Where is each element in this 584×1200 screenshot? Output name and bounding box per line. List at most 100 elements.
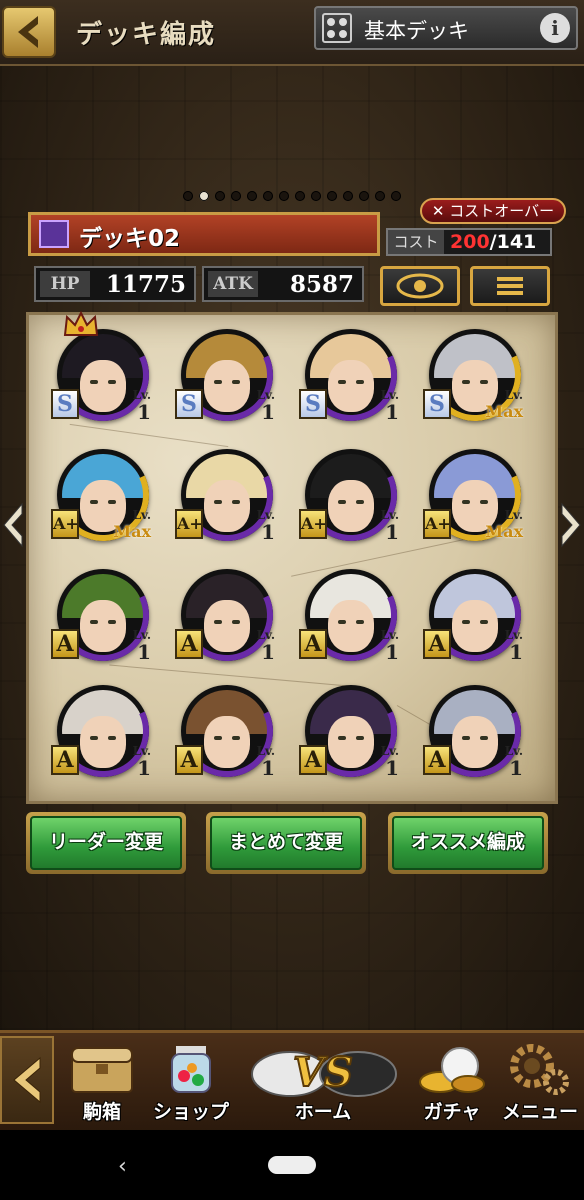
pager-dot[interactable] (391, 191, 401, 201)
nav-gacha[interactable]: ガチャ (410, 1036, 494, 1126)
unit-slot[interactable]: A Lv. 1 (416, 672, 534, 790)
unit-slot[interactable]: A Lv. 1 (416, 556, 534, 674)
pager-dot[interactable] (343, 191, 353, 201)
level-value: 1 (137, 640, 151, 664)
pager-dot[interactable] (311, 191, 321, 201)
pager-dot[interactable] (215, 191, 225, 201)
unit-slot[interactable]: A+ Lv. 1 (292, 436, 410, 554)
back-arrow-icon (18, 16, 38, 48)
nav-home[interactable]: VS ホーム (240, 1036, 406, 1126)
preview-button[interactable] (380, 266, 460, 306)
unit-level: Lv. Max (485, 389, 523, 423)
shop-jar-icon (171, 1046, 211, 1093)
unit-slot[interactable]: A Lv. 1 (168, 672, 286, 790)
rank-badge: S (299, 389, 327, 419)
level-value: 1 (509, 640, 523, 664)
unit-level: Lv. Max (485, 509, 523, 543)
unit-slot[interactable]: S Lv. 1 (44, 311, 162, 434)
nav-piece-box[interactable]: 駒箱 (58, 1036, 146, 1126)
unit-slot[interactable]: A Lv. 1 (168, 556, 286, 674)
chevron-right-icon (561, 502, 581, 548)
chevron-left-icon (3, 502, 23, 548)
system-back-icon[interactable]: ‹ (118, 1154, 127, 1179)
deck-type-label: 基本デッキ (364, 19, 469, 43)
unit-level: Lv. 1 (381, 629, 399, 663)
unit-slot[interactable]: A+ Lv. Max (44, 436, 162, 554)
rank-badge: S (51, 389, 79, 419)
cost-label: コスト (388, 230, 444, 254)
change-leader-button[interactable]: リーダー変更 (26, 812, 186, 874)
system-home-pill[interactable] (268, 1156, 316, 1174)
rank-badge: A (51, 745, 79, 775)
pager-dot[interactable] (263, 191, 273, 201)
rank-badge: S (423, 389, 451, 419)
level-value: 1 (509, 756, 523, 780)
bulk-change-label: まとめて変更 (210, 816, 362, 870)
unit-level: Lv. 1 (133, 629, 151, 663)
rank-badge: A+ (175, 509, 203, 539)
unit-slot[interactable]: S Lv. 1 (292, 316, 410, 434)
deck-name-bar[interactable]: デッキ02 (28, 212, 380, 256)
unit-slot[interactable]: S Lv. Max (416, 316, 534, 434)
info-button[interactable]: i (540, 13, 570, 43)
level-value: 1 (385, 520, 399, 544)
bulk-change-button[interactable]: まとめて変更 (206, 812, 366, 874)
gear-icon (510, 1044, 569, 1095)
prev-deck-arrow[interactable] (0, 500, 26, 550)
unit-level: Lv. 1 (257, 389, 275, 423)
unit-slot[interactable]: A Lv. 1 (292, 556, 410, 674)
level-value: Max (485, 402, 523, 421)
hp-value: 11775 (105, 271, 186, 298)
versus-text: VS (293, 1049, 353, 1096)
pager-dot[interactable] (295, 191, 305, 201)
treasure-chest-icon (71, 1047, 133, 1093)
back-arrow-icon (13, 1056, 41, 1104)
pager-dot[interactable] (183, 191, 193, 201)
deck-type-selector[interactable]: 基本デッキ i (314, 6, 578, 50)
list-view-button[interactable] (470, 266, 550, 306)
deck-emblem-icon (39, 220, 69, 248)
recommended-formation-label: オススメ編成 (392, 816, 544, 870)
unit-level: Lv. 1 (257, 629, 275, 663)
rank-badge: A (423, 745, 451, 775)
level-prefix: Lv. (132, 508, 151, 522)
unit-slot[interactable]: A+ Lv. Max (416, 436, 534, 554)
pager-dot[interactable] (359, 191, 369, 201)
hp-stat: HP 11775 (34, 266, 196, 302)
versus-emblem-icon: VS (251, 1048, 397, 1097)
unit-slot[interactable]: S Lv. 1 (168, 316, 286, 434)
recommended-formation-button[interactable]: オススメ編成 (388, 812, 548, 874)
unit-slot[interactable]: A Lv. 1 (44, 672, 162, 790)
pager-dot[interactable] (247, 191, 257, 201)
nav-gacha-label: ガチャ (423, 1101, 481, 1123)
nav-menu[interactable]: メニュー (496, 1036, 584, 1126)
rank-badge: A+ (423, 509, 451, 539)
leader-crown-icon (63, 311, 99, 336)
level-value: 1 (261, 520, 275, 544)
unit-level: Lv. 1 (257, 509, 275, 543)
nav-back-button[interactable] (0, 1036, 54, 1124)
unit-slot[interactable]: A+ Lv. 1 (168, 436, 286, 554)
coins-icon (419, 1047, 485, 1093)
pager-dot[interactable] (279, 191, 289, 201)
unit-level: Lv. 1 (505, 629, 523, 663)
pager-dot[interactable] (375, 191, 385, 201)
deck-grid-icon (322, 13, 352, 43)
nav-home-label: ホーム (294, 1101, 352, 1123)
rank-badge: A+ (51, 509, 79, 539)
nav-shop[interactable]: ショップ (148, 1036, 234, 1126)
pager-dot[interactable] (327, 191, 337, 201)
atk-stat: ATK 8587 (202, 266, 364, 302)
unit-level: Lv. 1 (381, 389, 399, 423)
cost-max: /141 (489, 231, 537, 253)
rank-badge: A (299, 745, 327, 775)
nav-piece-box-label: 駒箱 (82, 1101, 121, 1123)
unit-slot[interactable]: A Lv. 1 (292, 672, 410, 790)
deck-name: デッキ02 (79, 226, 181, 252)
back-button[interactable] (2, 6, 56, 58)
level-value: Max (113, 522, 151, 541)
pager-dot[interactable] (199, 191, 209, 201)
next-deck-arrow[interactable] (558, 500, 584, 550)
pager-dot[interactable] (231, 191, 241, 201)
unit-slot[interactable]: A Lv. 1 (44, 556, 162, 674)
